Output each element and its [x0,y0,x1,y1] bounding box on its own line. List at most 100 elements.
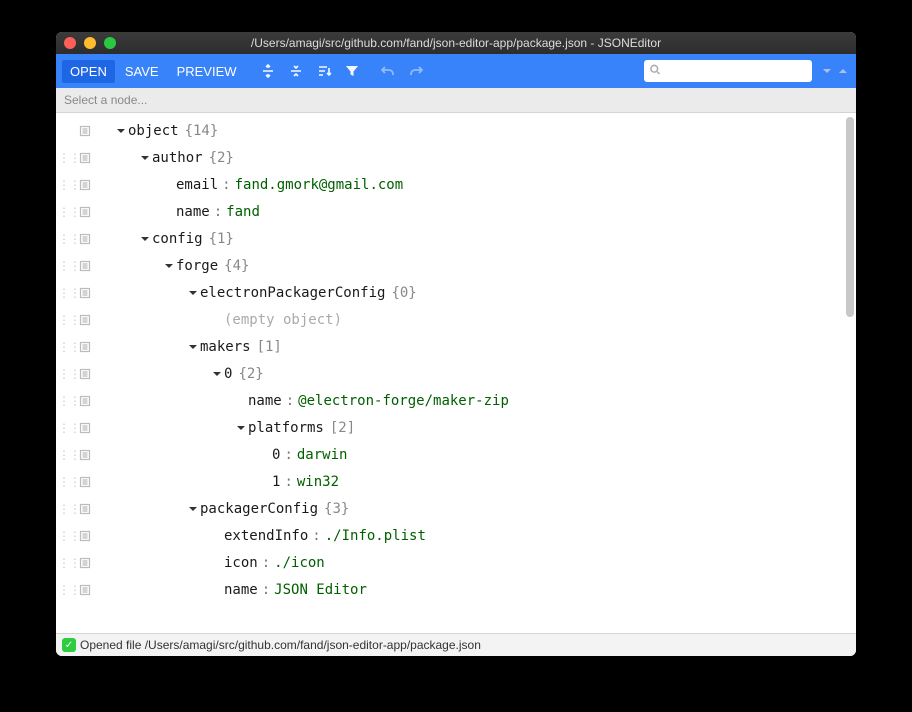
drag-handle-icon[interactable]: ⋮⋮ [62,259,76,273]
tree-row[interactable]: ⋮⋮name:@electron-forge/maker-zip [56,387,842,414]
drag-handle-icon[interactable]: ⋮⋮ [62,313,76,327]
drag-handle-icon[interactable]: ⋮⋮ [62,178,76,192]
preview-button[interactable]: PREVIEW [169,60,245,83]
caret-icon[interactable] [114,126,128,136]
filter-icon[interactable] [339,58,365,84]
caret-icon[interactable] [162,261,176,271]
node-selector[interactable]: Select a node... [56,88,856,113]
node-value[interactable]: win32 [297,474,339,490]
caret-icon[interactable] [186,288,200,298]
node-key[interactable]: 1 [272,474,280,490]
collapse-all-icon[interactable] [283,58,309,84]
row-menu-icon[interactable] [76,152,94,164]
undo-icon[interactable] [375,58,401,84]
node-key[interactable]: platforms [248,420,324,436]
node-value[interactable]: fand.gmork@gmail.com [235,177,404,193]
row-menu-icon[interactable] [76,503,94,515]
search-prev-icon[interactable] [836,64,850,78]
drag-handle-icon[interactable]: ⋮⋮ [62,205,76,219]
drag-handle-icon[interactable]: ⋮⋮ [62,286,76,300]
search-next-icon[interactable] [820,64,834,78]
tree-row[interactable]: ⋮⋮forge{4} [56,252,842,279]
node-key[interactable]: config [152,231,203,247]
caret-icon[interactable] [186,342,200,352]
tree-row[interactable]: ⋮⋮electronPackagerConfig{0} [56,279,842,306]
node-key[interactable]: author [152,150,203,166]
node-value[interactable]: ./icon [274,555,325,571]
node-key[interactable]: packagerConfig [200,501,318,517]
tree-row[interactable]: ⋮⋮config{1} [56,225,842,252]
row-menu-icon[interactable] [76,368,94,380]
node-key[interactable]: 0 [224,366,232,382]
drag-handle-icon[interactable]: ⋮⋮ [62,502,76,516]
drag-handle-icon[interactable]: ⋮⋮ [62,475,76,489]
node-key[interactable]: extendInfo [224,528,308,544]
drag-handle-icon[interactable]: ⋮⋮ [62,394,76,408]
tree-row[interactable]: object{14} [56,117,842,144]
row-menu-icon[interactable] [76,449,94,461]
drag-handle-icon[interactable]: ⋮⋮ [62,556,76,570]
row-menu-icon[interactable] [76,260,94,272]
row-menu-icon[interactable] [76,530,94,542]
tree-row[interactable]: ⋮⋮name:JSON Editor [56,576,842,603]
node-key[interactable]: electronPackagerConfig [200,285,385,301]
sort-icon[interactable] [311,58,337,84]
node-value[interactable]: darwin [297,447,348,463]
caret-icon[interactable] [138,153,152,163]
drag-handle-icon[interactable]: ⋮⋮ [62,583,76,597]
node-key[interactable]: 0 [272,447,280,463]
row-menu-icon[interactable] [76,395,94,407]
row-menu-icon[interactable] [76,287,94,299]
open-button[interactable]: OPEN [62,60,115,83]
row-menu-icon[interactable] [76,314,94,326]
node-value[interactable]: @electron-forge/maker-zip [298,393,509,409]
node-key[interactable]: name [176,204,210,220]
redo-icon[interactable] [403,58,429,84]
row-menu-icon[interactable] [76,206,94,218]
node-key[interactable]: name [248,393,282,409]
row-menu-icon[interactable] [76,233,94,245]
tree-row[interactable]: ⋮⋮1:win32 [56,468,842,495]
fullscreen-window-button[interactable] [104,37,116,49]
row-menu-icon[interactable] [76,341,94,353]
tree-row[interactable]: ⋮⋮0{2} [56,360,842,387]
node-key[interactable]: makers [200,339,251,355]
row-menu-icon[interactable] [76,557,94,569]
tree-row[interactable]: ⋮⋮0:darwin [56,441,842,468]
row-menu-icon[interactable] [76,422,94,434]
row-menu-icon[interactable] [76,584,94,596]
node-key[interactable]: email [176,177,218,193]
tree-row[interactable]: ⋮⋮packagerConfig{3} [56,495,842,522]
tree-row[interactable]: ⋮⋮platforms[2] [56,414,842,441]
close-window-button[interactable] [64,37,76,49]
row-menu-icon[interactable] [76,125,94,137]
node-key[interactable]: object [128,123,179,139]
drag-handle-icon[interactable]: ⋮⋮ [62,340,76,354]
save-button[interactable]: SAVE [117,60,167,83]
node-key[interactable]: forge [176,258,218,274]
node-value[interactable]: fand [226,204,260,220]
drag-handle-icon[interactable]: ⋮⋮ [62,421,76,435]
caret-icon[interactable] [234,423,248,433]
scrollbar[interactable] [846,117,854,317]
row-menu-icon[interactable] [76,179,94,191]
expand-all-icon[interactable] [255,58,281,84]
tree-row[interactable]: ⋮⋮name:fand [56,198,842,225]
drag-handle-icon[interactable]: ⋮⋮ [62,232,76,246]
tree-row[interactable]: ⋮⋮author{2} [56,144,842,171]
caret-icon[interactable] [210,369,224,379]
search-input[interactable] [644,60,812,82]
drag-handle-icon[interactable]: ⋮⋮ [62,151,76,165]
node-value[interactable]: JSON Editor [274,582,367,598]
tree-row[interactable]: ⋮⋮(empty object) [56,306,842,333]
drag-handle-icon[interactable]: ⋮⋮ [62,529,76,543]
tree-row[interactable]: ⋮⋮email:fand.gmork@gmail.com [56,171,842,198]
minimize-window-button[interactable] [84,37,96,49]
row-menu-icon[interactable] [76,476,94,488]
tree-row[interactable]: ⋮⋮makers[1] [56,333,842,360]
drag-handle-icon[interactable]: ⋮⋮ [62,448,76,462]
node-key[interactable]: icon [224,555,258,571]
node-value[interactable]: ./Info.plist [325,528,426,544]
caret-icon[interactable] [186,504,200,514]
tree-row[interactable]: ⋮⋮extendInfo:./Info.plist [56,522,842,549]
